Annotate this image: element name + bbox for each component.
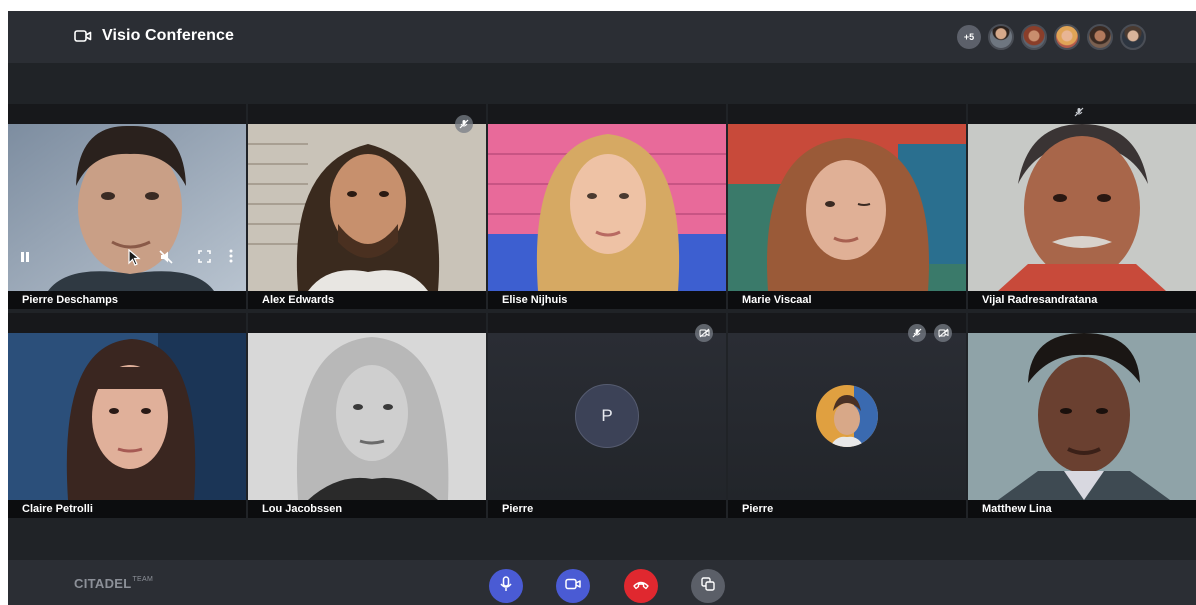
tile-topbar [488, 104, 726, 124]
tile-namebar: Marie Viscaal [728, 291, 966, 309]
screen-share-icon [701, 576, 715, 596]
tile-namebar: Pierre Deschamps [8, 291, 246, 309]
participant-name: Lou Jacobssen [262, 503, 343, 515]
participant-name: Elise Nijhuis [502, 294, 568, 306]
participant-video [968, 124, 1196, 291]
more-options-icon[interactable] [229, 249, 233, 263]
participant-tile[interactable]: Elise Nijhuis [488, 104, 726, 309]
tile-namebar: Alex Edwards [248, 291, 486, 309]
participant-tile[interactable]: Matthew Lina [968, 313, 1196, 518]
participant-tile[interactable]: Claire Petrolli [8, 313, 246, 518]
conference-window: Visio Conference +5 Pierre Deschamps Ale… [8, 11, 1196, 605]
tile-topbar [8, 313, 246, 333]
participant-avatar[interactable] [1054, 24, 1080, 50]
tile-namebar: Matthew Lina [968, 500, 1196, 518]
mic-button[interactable] [489, 569, 523, 603]
participant-avatar[interactable] [988, 24, 1014, 50]
tile-namebar: Vijal Radresandratana [968, 291, 1196, 309]
tile-namebar: Pierre [488, 500, 726, 518]
participant-avatar[interactable] [1120, 24, 1146, 50]
participants-strip[interactable]: +5 [957, 24, 1146, 50]
video-frame [248, 333, 486, 500]
video-frame [8, 333, 246, 500]
camera-off-area [728, 333, 966, 500]
participant-name: Marie Viscaal [742, 294, 812, 306]
participant-name: Claire Petrolli [22, 503, 93, 515]
mic-muted-icon [455, 115, 473, 133]
microphone-icon [499, 575, 513, 597]
tile-namebar: Claire Petrolli [8, 500, 246, 518]
tile-namebar: Lou Jacobssen [248, 500, 486, 518]
title-group: Visio Conference [74, 27, 234, 45]
video-frame [968, 124, 1196, 291]
participant-name: Matthew Lina [982, 503, 1052, 515]
participant-video [248, 124, 486, 291]
participant-grid: Pierre Deschamps Alex Edwards Elise Nijh… [8, 104, 1196, 520]
participant-name: Pierre Deschamps [22, 294, 118, 306]
tile-namebar: Elise Nijhuis [488, 291, 726, 309]
participant-photo-avatar [816, 385, 878, 447]
video-frame [488, 124, 726, 291]
hang-up-button[interactable] [624, 569, 658, 603]
participant-video [968, 333, 1196, 500]
participant-tile[interactable]: Alex Edwards [248, 104, 486, 309]
camera-off-icon [934, 324, 952, 342]
phone-hangup-icon [633, 577, 649, 595]
participant-tile[interactable]: Pierre Deschamps [8, 104, 246, 309]
mic-muted-icon [908, 324, 926, 342]
participant-video [248, 333, 486, 500]
participant-tile[interactable]: Pierre [728, 313, 966, 518]
participant-video [8, 333, 246, 500]
participant-name: Alex Edwards [262, 294, 335, 306]
brand-name: CITADEL [74, 576, 132, 591]
more-participants-badge[interactable]: +5 [957, 25, 981, 49]
video-frame [248, 124, 486, 291]
video-camera-icon [565, 577, 581, 595]
participant-avatar[interactable] [1021, 24, 1047, 50]
participant-avatar[interactable] [1087, 24, 1113, 50]
participant-video [488, 124, 726, 291]
participant-video [728, 124, 966, 291]
participant-tile[interactable]: P Pierre [488, 313, 726, 518]
mic-muted-icon [1072, 105, 1086, 119]
footer-bar: CITADELTEAM [8, 560, 1196, 605]
camera-off-area: P [488, 333, 726, 500]
tile-namebar: Pierre [728, 500, 966, 518]
tile-topbar [488, 313, 726, 333]
brand-suffix: TEAM [132, 576, 154, 583]
tile-topbar [248, 104, 486, 124]
pause-icon[interactable] [20, 251, 30, 263]
video-controls [8, 243, 246, 273]
initials-avatar: P [575, 384, 639, 448]
cursor-icon [128, 249, 142, 267]
tile-topbar [728, 104, 966, 124]
video-camera-icon [74, 29, 92, 43]
participant-tile[interactable]: Marie Viscaal [728, 104, 966, 309]
fullscreen-icon[interactable] [198, 250, 211, 263]
header-bar: Visio Conference +5 [8, 11, 1196, 63]
tile-topbar [8, 104, 246, 124]
camera-button[interactable] [556, 569, 590, 603]
participant-name: Pierre [502, 503, 534, 515]
tile-topbar [968, 313, 1196, 333]
participant-name: Vijal Radresandratana [982, 294, 1098, 306]
participant-name: Pierre [742, 503, 774, 515]
page-title: Visio Conference [102, 27, 235, 44]
mute-speaker-icon[interactable] [159, 250, 173, 264]
participant-tile[interactable]: Lou Jacobssen [248, 313, 486, 518]
camera-off-icon [695, 324, 713, 342]
tile-topbar [728, 313, 966, 333]
video-frame [728, 124, 966, 291]
screen-share-button[interactable] [691, 569, 725, 603]
tile-topbar [248, 313, 486, 333]
video-frame [968, 333, 1196, 500]
brand-logo: CITADELTEAM [74, 576, 153, 591]
participant-tile[interactable]: Vijal Radresandratana [968, 104, 1196, 309]
